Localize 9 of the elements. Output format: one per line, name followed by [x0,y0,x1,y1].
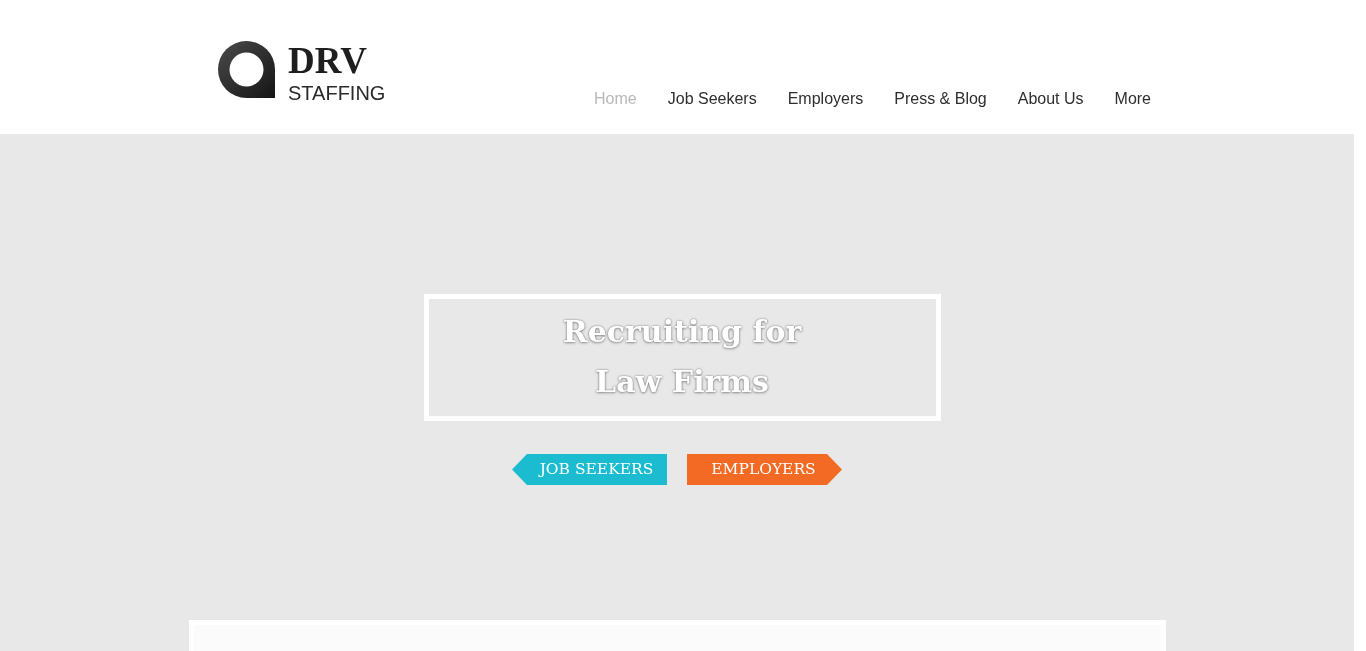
nav-link[interactable]: Employers [787,89,864,109]
logo-tagline: STAFFING [288,82,386,104]
nav-link[interactable]: Job Seekers [667,89,757,109]
nav-link[interactable]: More [1114,89,1151,109]
hero-title: Recruiting for Law Firms [561,313,804,401]
nav-link[interactable]: Press & Blog [894,89,987,109]
logo-name[interactable]: DRV [288,42,386,80]
nav-link[interactable]: About Us [1017,89,1084,109]
logo-icon[interactable] [218,41,275,98]
